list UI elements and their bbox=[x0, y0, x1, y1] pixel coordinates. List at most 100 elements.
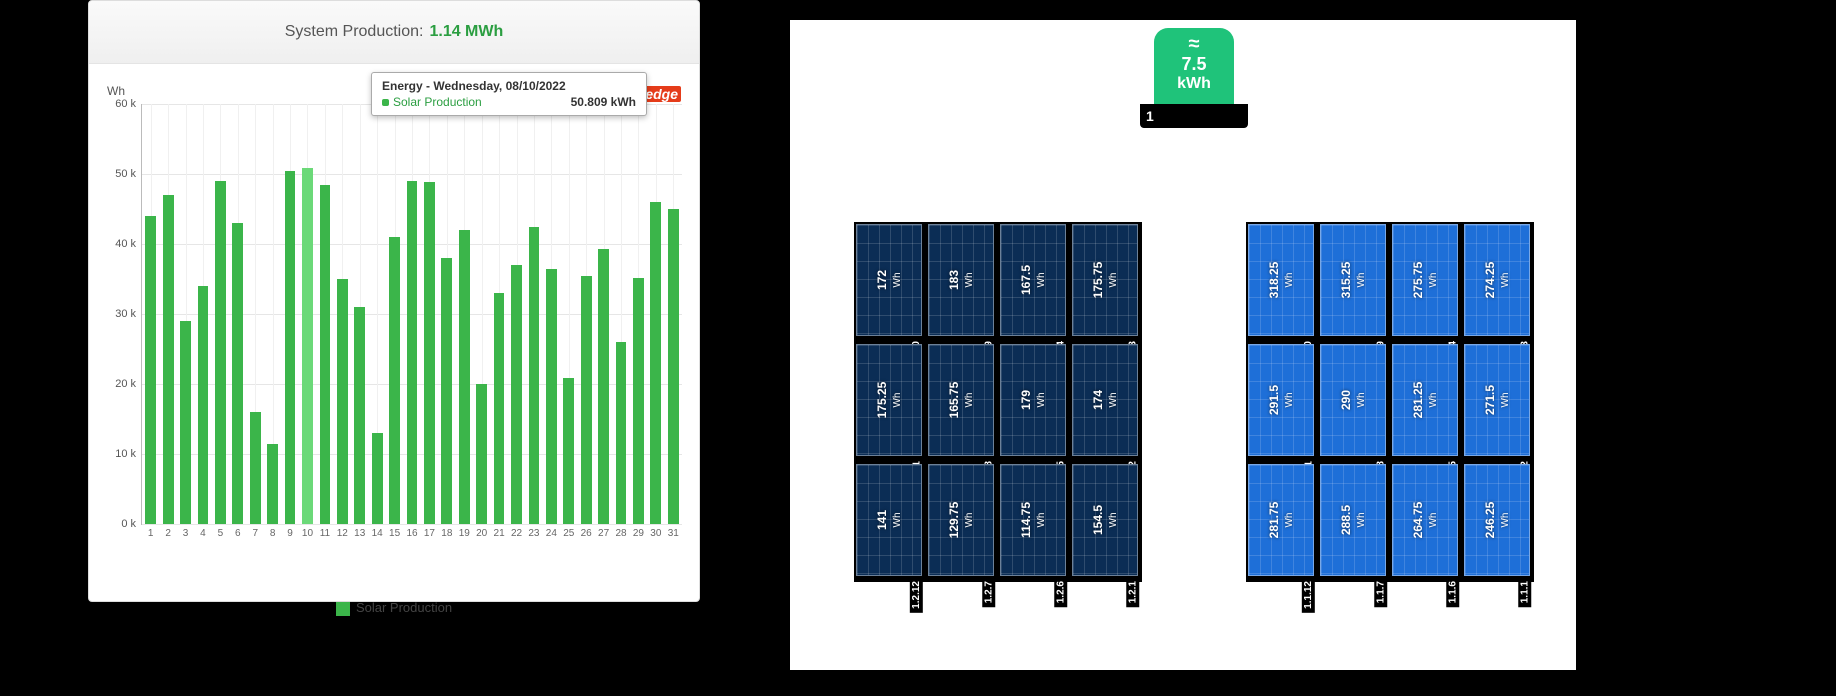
panel-energy-value: 141Wh bbox=[875, 510, 903, 530]
production-chart-card: System Production: 1.14 MWh Wh solaredge… bbox=[88, 0, 700, 602]
panel-energy-value: 315.25Wh bbox=[1339, 262, 1367, 299]
x-tick: 22 bbox=[511, 528, 522, 539]
x-tick: 29 bbox=[633, 528, 644, 539]
x-tick: 31 bbox=[668, 528, 679, 539]
solar-panel[interactable]: 165.75Wh1.2.8 bbox=[928, 344, 994, 456]
solar-panel[interactable]: 174Wh1.2.2 bbox=[1072, 344, 1138, 456]
solar-panel[interactable]: 183Wh1.2.9 bbox=[928, 224, 994, 336]
bar-day-7[interactable] bbox=[250, 412, 261, 524]
solar-panel[interactable]: 141Wh1.2.12 bbox=[856, 464, 922, 576]
solar-panel[interactable]: 172Wh1.2.10 bbox=[856, 224, 922, 336]
panel-array-right: 318.25Wh1.1.10315.25Wh1.1.9275.75Wh1.1.4… bbox=[1246, 222, 1534, 582]
y-tick: 10 k bbox=[115, 448, 136, 460]
bar-day-16[interactable] bbox=[407, 181, 418, 524]
panel-energy-value: 175.25Wh bbox=[875, 382, 903, 419]
x-tick: 25 bbox=[563, 528, 574, 539]
y-tick: 60 k bbox=[115, 98, 136, 110]
bar-day-10[interactable] bbox=[302, 168, 313, 524]
bar-day-22[interactable] bbox=[511, 265, 522, 524]
solar-panel[interactable]: 179Wh1.2.5 bbox=[1000, 344, 1066, 456]
x-tick: 17 bbox=[424, 528, 435, 539]
panel-id-label: 1.1.6 bbox=[1446, 577, 1459, 607]
solar-panel[interactable]: 175.75Wh1.2.3 bbox=[1072, 224, 1138, 336]
panel-energy-value: 290Wh bbox=[1339, 390, 1367, 410]
bar-day-24[interactable] bbox=[546, 269, 557, 525]
panel-energy-value: 167.5Wh bbox=[1019, 265, 1047, 295]
inverter-body: ≈ 7.5 kWh bbox=[1154, 28, 1234, 104]
bar-day-13[interactable] bbox=[354, 307, 365, 524]
legend-label: Solar Production bbox=[356, 600, 452, 615]
solar-panel[interactable]: 315.25Wh1.1.9 bbox=[1320, 224, 1386, 336]
bar-day-26[interactable] bbox=[581, 276, 592, 525]
bar-day-30[interactable] bbox=[650, 202, 661, 524]
x-tick: 20 bbox=[476, 528, 487, 539]
bar-day-17[interactable] bbox=[424, 182, 435, 524]
solar-panel[interactable]: 288.5Wh1.1.7 bbox=[1320, 464, 1386, 576]
solar-panel[interactable]: 318.25Wh1.1.10 bbox=[1248, 224, 1314, 336]
bar-day-6[interactable] bbox=[232, 223, 243, 524]
bar-day-18[interactable] bbox=[441, 258, 452, 524]
inverter-badge[interactable]: ≈ 7.5 kWh 1 bbox=[1140, 28, 1248, 128]
x-tick: 8 bbox=[270, 528, 276, 539]
bar-day-19[interactable] bbox=[459, 230, 470, 524]
solar-panel[interactable]: 281.75Wh1.1.12 bbox=[1248, 464, 1314, 576]
solar-panel[interactable]: 129.75Wh1.2.7 bbox=[928, 464, 994, 576]
x-tick: 26 bbox=[581, 528, 592, 539]
brand-part-b: edge bbox=[642, 86, 681, 102]
bar-day-11[interactable] bbox=[320, 185, 331, 525]
bar-day-12[interactable] bbox=[337, 279, 348, 524]
y-axis-unit: Wh bbox=[107, 84, 125, 98]
x-tick: 1 bbox=[148, 528, 154, 539]
bar-day-25[interactable] bbox=[563, 378, 574, 524]
x-tick: 7 bbox=[252, 528, 258, 539]
bar-day-28[interactable] bbox=[616, 342, 627, 524]
panel-energy-value: 165.75Wh bbox=[947, 382, 975, 419]
panel-id-label: 1.2.1 bbox=[1126, 577, 1139, 607]
bar-day-1[interactable] bbox=[145, 216, 156, 524]
solar-panel[interactable]: 167.5Wh1.2.4 bbox=[1000, 224, 1066, 336]
solar-panel[interactable]: 175.25Wh1.2.11 bbox=[856, 344, 922, 456]
panel-energy-value: 179Wh bbox=[1019, 390, 1047, 410]
tooltip-series-swatch bbox=[382, 99, 389, 106]
system-production-label: System Production: bbox=[285, 23, 424, 41]
card-header: System Production: 1.14 MWh bbox=[89, 1, 699, 64]
panel-energy-value: 281.75Wh bbox=[1267, 502, 1295, 539]
bar-day-20[interactable] bbox=[476, 384, 487, 524]
tooltip-value: 50.809 kWh bbox=[571, 95, 636, 109]
system-production-value: 1.14 MWh bbox=[429, 23, 503, 41]
solar-panel[interactable]: 154.5Wh1.2.1 bbox=[1072, 464, 1138, 576]
bar-day-21[interactable] bbox=[494, 293, 505, 524]
bar-day-14[interactable] bbox=[372, 433, 383, 524]
x-tick: 5 bbox=[218, 528, 224, 539]
solar-panel[interactable]: 281.25Wh1.1.5 bbox=[1392, 344, 1458, 456]
panel-energy-value: 291.5Wh bbox=[1267, 385, 1295, 415]
solar-panel[interactable]: 114.75Wh1.2.6 bbox=[1000, 464, 1066, 576]
solar-panel[interactable]: 291.5Wh1.1.11 bbox=[1248, 344, 1314, 456]
bar-plot-area[interactable]: 0 k10 k20 k30 k40 k50 k60 k1234567891011… bbox=[141, 104, 682, 525]
panel-energy-value: 318.25Wh bbox=[1267, 262, 1295, 299]
solar-panel[interactable]: 271.5Wh1.1.2 bbox=[1464, 344, 1530, 456]
panel-energy-value: 281.25Wh bbox=[1411, 382, 1439, 419]
solar-panel[interactable]: 274.25Wh1.1.3 bbox=[1464, 224, 1530, 336]
bar-day-5[interactable] bbox=[215, 181, 226, 524]
bar-day-15[interactable] bbox=[389, 237, 400, 524]
x-tick: 14 bbox=[372, 528, 383, 539]
solar-panel[interactable]: 246.25Wh1.1.1 bbox=[1464, 464, 1530, 576]
inverter-unit: kWh bbox=[1154, 75, 1234, 93]
solar-panel[interactable]: 264.75Wh1.1.6 bbox=[1392, 464, 1458, 576]
solar-panel[interactable]: 290Wh1.1.8 bbox=[1320, 344, 1386, 456]
bar-day-3[interactable] bbox=[180, 321, 191, 524]
solar-panel[interactable]: 275.75Wh1.1.4 bbox=[1392, 224, 1458, 336]
bar-day-4[interactable] bbox=[198, 286, 209, 524]
bar-day-23[interactable] bbox=[529, 227, 540, 525]
bar-day-8[interactable] bbox=[267, 444, 278, 525]
panel-energy-value: 274.25Wh bbox=[1483, 262, 1511, 299]
chart-tooltip: Energy - Wednesday, 08/10/2022 Solar Pro… bbox=[371, 72, 647, 116]
y-tick: 50 k bbox=[115, 168, 136, 180]
bar-day-29[interactable] bbox=[633, 278, 644, 524]
bar-day-31[interactable] bbox=[668, 209, 679, 524]
bar-day-27[interactable] bbox=[598, 249, 609, 524]
bar-day-2[interactable] bbox=[163, 195, 174, 524]
bar-day-9[interactable] bbox=[285, 171, 296, 525]
x-tick: 9 bbox=[287, 528, 293, 539]
